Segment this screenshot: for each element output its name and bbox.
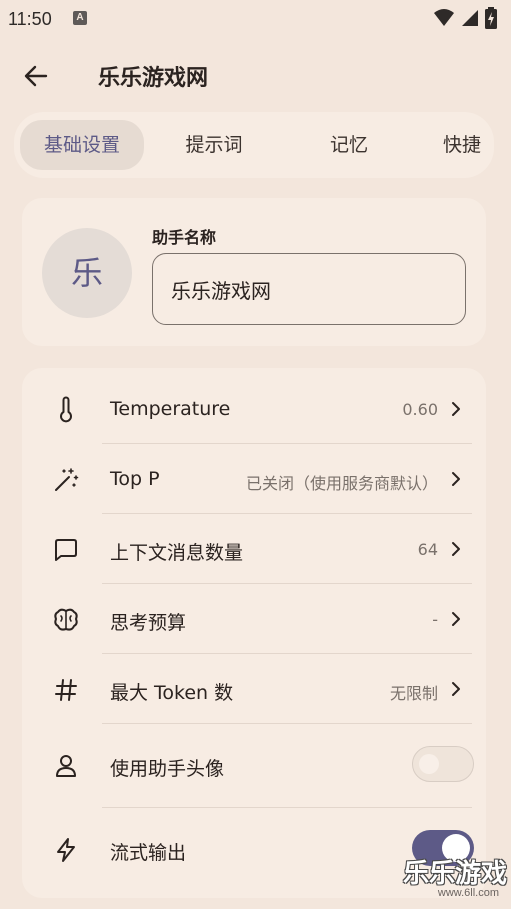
chevron-right-icon [448,611,464,627]
setting-label: 最大 Token 数 [110,682,234,704]
setting-value: - [432,610,438,629]
use-avatar-toggle[interactable] [412,746,474,782]
divider [102,723,472,724]
setting-value: 64 [417,540,438,559]
wifi-icon [433,9,454,26]
avatar[interactable]: 乐 [42,228,132,318]
chevron-right-icon [448,401,464,417]
setting-temperature[interactable]: Temperature 0.60 [22,374,486,444]
setting-label: Top P [110,468,160,490]
top-app-bar: 乐乐游戏网 [0,48,511,104]
setting-label: 使用助手头像 [110,758,225,780]
back-button[interactable] [16,56,56,96]
arrow-left-icon [24,65,48,87]
notification-icon: A [73,11,87,25]
setting-top-p[interactable]: Top P 已关闭（使用服务商默认） [22,444,486,514]
setting-value: 已关闭（使用服务商默认） [245,474,438,493]
setting-context-count[interactable]: 上下文消息数量 64 [22,514,486,584]
chevron-right-icon [448,681,464,697]
setting-value: 无限制 [389,684,438,703]
hash-icon [52,676,80,704]
divider [102,807,472,808]
thermometer-icon [52,396,80,424]
tab-bar: 基础设置 提示词 记忆 快捷 [14,112,494,178]
status-bar: 11:50 A [0,0,511,40]
chevron-right-icon [448,541,464,557]
setting-value: 0.60 [402,400,438,419]
tab-shortcut[interactable]: 快捷 [434,120,494,170]
lightning-icon [52,836,80,864]
page-title: 乐乐游戏网 [98,66,209,91]
setting-max-tokens[interactable]: 最大 Token 数 无限制 [22,654,486,724]
assistant-name-input[interactable] [152,253,466,325]
brain-icon [52,606,80,634]
magic-wand-icon [52,466,80,494]
assistant-name-card: 乐 助手名称 [22,198,486,346]
chevron-right-icon [448,471,464,487]
watermark-url: www.6ll.com [437,887,499,899]
status-time: 11:50 [8,9,52,29]
status-icons [433,7,497,29]
setting-label: 思考预算 [110,612,187,634]
tab-memory[interactable]: 记忆 [304,120,394,170]
tab-prompt[interactable]: 提示词 [164,120,264,170]
setting-label: Temperature [110,398,231,420]
setting-label: 流式输出 [110,842,187,864]
name-label: 助手名称 [152,228,217,247]
message-icon [52,536,80,564]
user-icon [52,752,80,780]
watermark-logo: 乐乐游戏 www.6ll.com [399,853,507,907]
setting-label: 上下文消息数量 [110,542,244,564]
watermark-text: 乐乐游戏 [402,859,507,889]
signal-icon [461,10,478,26]
tab-basic-settings[interactable]: 基础设置 [20,120,144,170]
setting-use-avatar: 使用助手头像 [22,730,486,808]
battery-icon [485,7,497,29]
setting-thinking-budget[interactable]: 思考预算 - [22,584,486,654]
toggle-knob [419,754,439,774]
settings-card: Temperature 0.60 Top P 已关闭（使用服务商默认） 上下文消… [22,368,486,898]
